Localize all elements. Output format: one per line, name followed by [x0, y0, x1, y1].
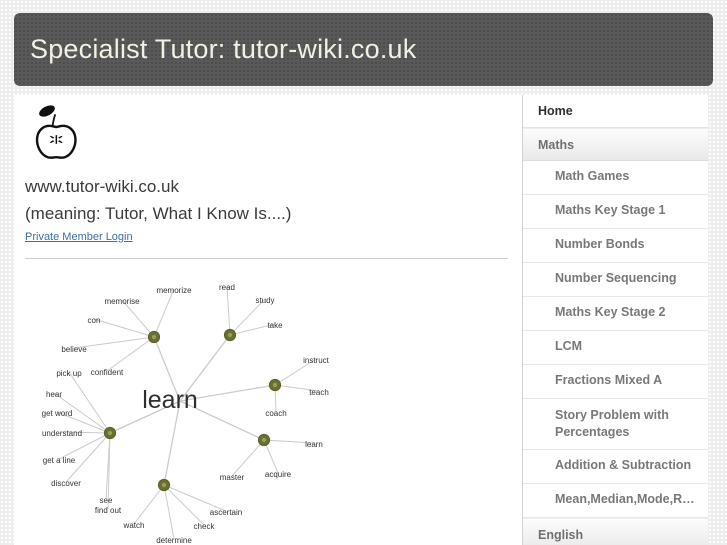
sidebar-item-lcm[interactable]: LCM — [523, 331, 708, 365]
mindmap-svg: memorize memorise con believe confident read s… — [42, 283, 330, 545]
mindmap-label: watch — [123, 521, 145, 530]
sidebar-item-maths-key-stage-1[interactable]: Maths Key Stage 1 — [523, 195, 708, 229]
mindmap-image: memorize memorise con believe confident read s… — [22, 275, 362, 545]
sidebar-item-mean-median-mode-r[interactable]: Mean,Median,Mode,R… — [523, 484, 708, 518]
sidebar-item-addition-subtraction[interactable]: Addition & Subtraction — [523, 450, 708, 484]
mindmap-label: pick up — [56, 369, 82, 378]
mindmap-label: learn — [305, 440, 323, 449]
mindmap-label: take — [267, 321, 283, 330]
mindmap-label: get a line — [43, 456, 76, 465]
apple-logo — [26, 102, 96, 162]
mindmap-label: believe — [61, 345, 87, 354]
mindmap-label: get word — [42, 409, 73, 418]
sidebar-item-fractions-mixed-a[interactable]: Fractions Mixed A — [523, 365, 708, 399]
mindmap-label: teach — [309, 388, 329, 397]
site-meaning-line: (meaning: Tutor, What I Know Is....) — [25, 204, 292, 223]
private-member-login-link[interactable]: Private Member Login — [25, 231, 133, 243]
mindmap-label: check — [194, 522, 216, 531]
sidebar-item-english[interactable]: English — [523, 518, 708, 545]
mindmap-labels: memorize memorise con believe confident read s… — [42, 283, 330, 545]
sidebar-item-maths-key-stage-2[interactable]: Maths Key Stage 2 — [523, 297, 708, 331]
content-column: www.tutor-wiki.co.uk (meaning: Tutor, Wh… — [14, 95, 522, 545]
sidebar-item-maths[interactable]: Maths — [523, 128, 708, 161]
page-panel: www.tutor-wiki.co.uk (meaning: Tutor, Wh… — [14, 95, 708, 545]
mindmap-label: master — [220, 473, 245, 482]
mindmap-label: ascertain — [210, 508, 242, 517]
mindmap-label: instruct — [303, 356, 330, 365]
mindmap-label: determine — [156, 536, 192, 545]
mindmap-label: confident — [91, 368, 124, 377]
sidebar-item-number-sequencing[interactable]: Number Sequencing — [523, 263, 708, 297]
mindmap-label: memorise — [104, 297, 140, 306]
mindmap-label: coach — [265, 409, 286, 418]
mindmap-label: find out — [95, 506, 122, 515]
sidebar-item-number-bonds[interactable]: Number Bonds — [523, 229, 708, 263]
mindmap-label: see — [100, 496, 113, 505]
mindmap-center-label: learn — [142, 386, 198, 414]
page-title: Specialist Tutor: tutor-wiki.co.uk — [30, 34, 417, 64]
mindmap-label: con — [88, 316, 101, 325]
sidebar-item-math-games[interactable]: Math Games — [523, 161, 708, 195]
mindmap-label: memorize — [156, 286, 192, 295]
mindmap-label: understand — [42, 429, 82, 438]
mindmap-label: hear — [46, 390, 62, 399]
apple-logo-icon — [35, 105, 77, 159]
mindmap-label: read — [219, 283, 235, 292]
content-divider — [25, 258, 508, 259]
mindmap-label: acquire — [265, 470, 292, 479]
intro-text-block: www.tutor-wiki.co.uk (meaning: Tutor, Wh… — [25, 173, 505, 245]
mindmap-label: study — [255, 296, 274, 305]
sidebar-navigation[interactable]: Home Maths Math Games Maths Key Stage 1 Numb… — [522, 95, 708, 545]
sidebar-item-home[interactable]: Home — [523, 95, 708, 128]
site-url-line: www.tutor-wiki.co.uk — [25, 177, 179, 196]
site-header-banner: Specialist Tutor: tutor-wiki.co.uk — [14, 13, 713, 86]
sidebar-item-story-problem-with-percentages[interactable]: Story Problem with Percentages — [523, 399, 708, 450]
mindmap-label: discover — [51, 479, 81, 488]
